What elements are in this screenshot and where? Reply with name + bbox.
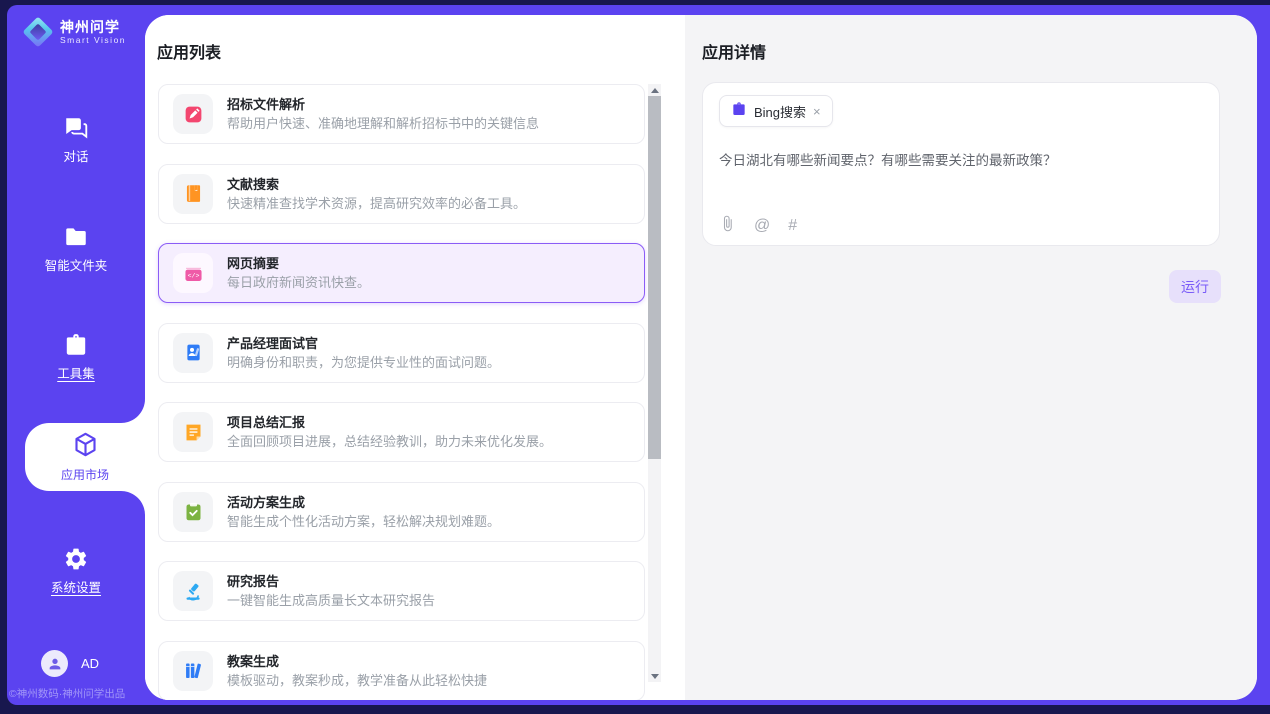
active-notch-top <box>121 399 145 423</box>
app-card-description: 一键智能生成高质量长文本研究报告 <box>227 593 435 608</box>
sidebar-item-label: 应用市场 <box>61 466 109 483</box>
run-button[interactable]: 运行 <box>1169 270 1221 303</box>
app-card-title: 产品经理面试官 <box>227 336 500 351</box>
app-card-description: 智能生成个性化活动方案，轻松解决规划难题。 <box>227 514 500 529</box>
app-card-title: 项目总结汇报 <box>227 415 552 430</box>
app-card-description: 每日政府新闻资讯快查。 <box>227 275 370 290</box>
scroll-up-arrow[interactable] <box>648 84 661 96</box>
app-list-pane: 应用列表 招标文件解析 帮助用户快速、准确地理解和解析招标书中的关键信息 <box>145 15 685 700</box>
hash-icon[interactable]: # <box>788 217 797 235</box>
input-toolbar: @ # <box>719 215 797 237</box>
book-icon <box>173 174 213 214</box>
app-card-literature-search[interactable]: 文献搜索 快速精准查找学术资源，提高研究效率的必备工具。 <box>158 164 645 224</box>
app-list-title: 应用列表 <box>157 39 221 63</box>
webpage-code-icon: </> <box>173 253 213 293</box>
app-background: 神州问学 Smart Vision 对话 智能文件夹 <box>7 5 1270 705</box>
brand-subtitle: Smart Vision <box>60 35 126 46</box>
app-card-pm-interviewer[interactable]: 产品经理面试官 明确身份和职责，为您提供专业性的面试问题。 <box>158 323 645 383</box>
query-input[interactable]: 今日湖北有哪些新闻要点？有哪些需要关注的最新政策？ <box>719 151 1203 170</box>
scrollbar-thumb[interactable] <box>648 96 661 459</box>
memo-icon <box>173 412 213 452</box>
app-card-research-report[interactable]: 研究报告 一键智能生成高质量长文本研究报告 <box>158 561 645 621</box>
sidebar-item-toolset[interactable]: 工具集 <box>7 332 145 382</box>
sidebar-item-label: 智能文件夹 <box>45 255 108 274</box>
app-card-lesson-plan[interactable]: 教案生成 模板驱动，教案秒成，教学准备从此轻松快捷 <box>158 641 645 701</box>
paperclip-icon[interactable] <box>719 215 736 237</box>
tag-close-icon[interactable]: × <box>813 105 821 118</box>
sidebar-item-label: 系统设置 <box>51 577 101 596</box>
briefcase-icon <box>731 101 747 122</box>
svg-text:</>: </> <box>187 272 199 279</box>
clipboard-check-icon <box>173 492 213 532</box>
brand-logo: 神州问学 Smart Vision <box>23 17 126 47</box>
app-card-title: 网页摘要 <box>227 256 370 271</box>
app-card-description: 全面回顾项目进展，总结经验教训，助力未来优化发展。 <box>227 434 552 449</box>
sidebar: 神州问学 Smart Vision 对话 智能文件夹 <box>7 5 145 705</box>
app-card-title: 教案生成 <box>227 654 487 669</box>
active-notch-bottom <box>121 491 145 515</box>
app-card-description: 帮助用户快速、准确地理解和解析招标书中的关键信息 <box>227 116 539 131</box>
app-card-event-plan[interactable]: 活动方案生成 智能生成个性化活动方案，轻松解决规划难题。 <box>158 482 645 542</box>
gear-icon <box>63 546 89 572</box>
folder-icon <box>63 224 89 250</box>
app-list-scrollbar[interactable] <box>648 84 661 682</box>
copyright-footer: ©神州数码·神州问学出品 <box>9 686 145 701</box>
app-card-webpage-summary[interactable]: </> 网页摘要 每日政府新闻资讯快查。 <box>158 243 645 303</box>
sidebar-item-settings[interactable]: 系统设置 <box>7 546 145 596</box>
app-card-description: 快速精准查找学术资源，提高研究效率的必备工具。 <box>227 196 526 211</box>
books-icon <box>173 651 213 691</box>
app-window: 神州问学 Smart Vision 对话 智能文件夹 <box>0 0 1270 714</box>
edit-document-icon <box>173 94 213 134</box>
sidebar-item-label: 工具集 <box>57 363 95 382</box>
at-icon[interactable]: @ <box>754 217 770 235</box>
brand-logo-icon <box>23 17 53 47</box>
sidebar-item-chat[interactable]: 对话 <box>7 115 145 165</box>
microscope-icon <box>173 571 213 611</box>
user-account[interactable]: AD <box>41 650 99 677</box>
interviewer-icon <box>173 333 213 373</box>
sidebar-item-smart-folder[interactable]: 智能文件夹 <box>7 224 145 274</box>
sidebar-item-app-market[interactable]: 应用市场 <box>25 423 145 491</box>
query-card: Bing搜索 × 今日湖北有哪些新闻要点？有哪些需要关注的最新政策？ @ # <box>702 82 1220 246</box>
scroll-down-arrow[interactable] <box>648 670 661 682</box>
brand-name: 神州问学 <box>60 19 126 35</box>
cube-icon <box>72 431 99 463</box>
app-detail-title: 应用详情 <box>702 39 766 63</box>
user-initials: AD <box>81 656 99 671</box>
tool-tag-bing-search[interactable]: Bing搜索 × <box>719 95 833 127</box>
avatar <box>41 650 68 677</box>
app-card-project-summary[interactable]: 项目总结汇报 全面回顾项目进展，总结经验教训，助力未来优化发展。 <box>158 402 645 462</box>
app-card-description: 模板驱动，教案秒成，教学准备从此轻松快捷 <box>227 673 487 688</box>
app-card-tender-analysis[interactable]: 招标文件解析 帮助用户快速、准确地理解和解析招标书中的关键信息 <box>158 84 645 144</box>
sidebar-item-label: 对话 <box>63 146 88 165</box>
app-card-title: 文献搜索 <box>227 177 526 192</box>
chat-icon <box>63 115 89 141</box>
app-card-title: 研究报告 <box>227 574 435 589</box>
app-detail-pane: 应用详情 Bing搜索 × 今日湖北有哪些新闻要点？有哪些需要关注的最新政策？ <box>685 15 1257 700</box>
app-card-description: 明确身份和职责，为您提供专业性的面试问题。 <box>227 355 500 370</box>
briefcase-icon <box>63 332 89 358</box>
app-card-title: 招标文件解析 <box>227 97 539 112</box>
main-panel: 应用列表 招标文件解析 帮助用户快速、准确地理解和解析招标书中的关键信息 <box>145 15 1257 700</box>
app-card-list: 招标文件解析 帮助用户快速、准确地理解和解析招标书中的关键信息 文献搜索 快速精… <box>158 84 645 700</box>
app-card-title: 活动方案生成 <box>227 495 500 510</box>
tool-tag-label: Bing搜索 <box>754 102 806 121</box>
